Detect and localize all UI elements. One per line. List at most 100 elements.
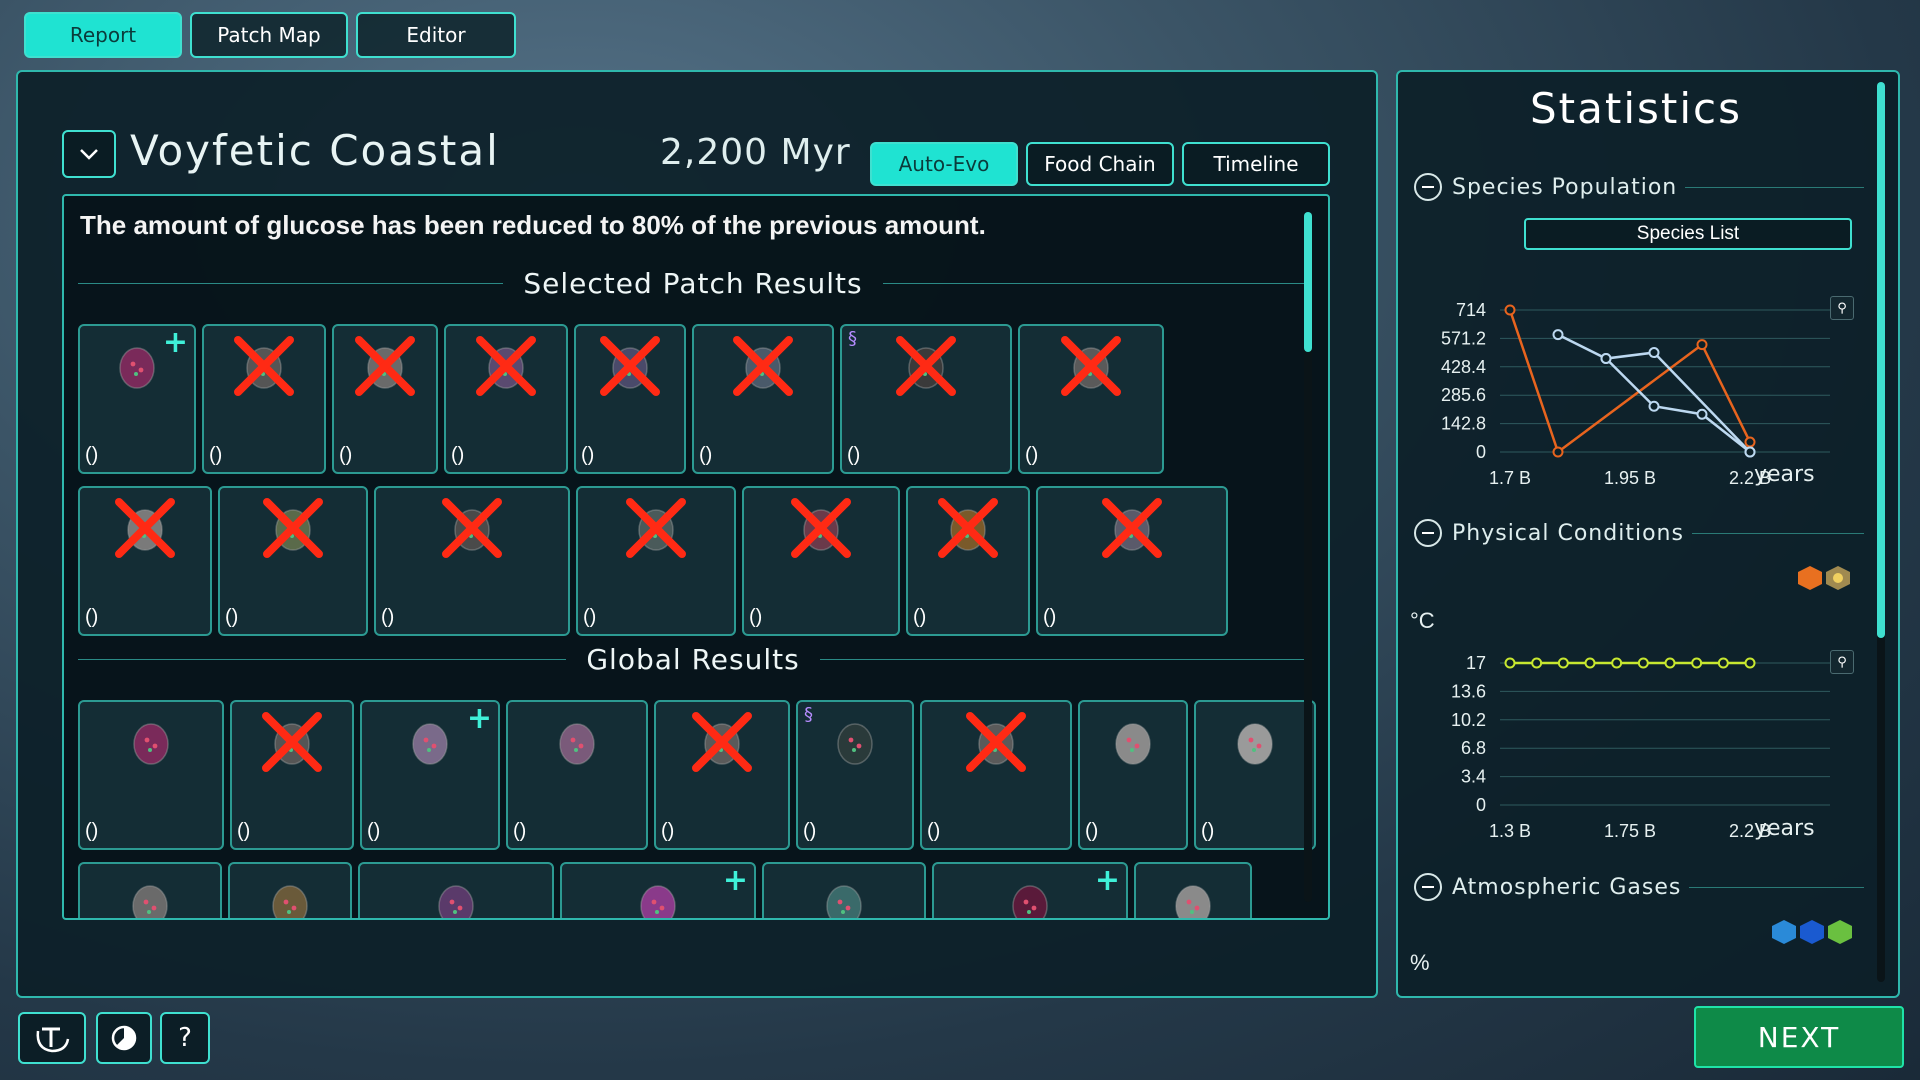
species-card[interactable]: () [218, 486, 368, 636]
species-population: () [661, 820, 675, 842]
species-card[interactable]: () [332, 324, 438, 474]
species-card[interactable]: + [932, 862, 1128, 918]
data-point[interactable] [1637, 657, 1649, 669]
data-point[interactable] [1504, 657, 1516, 669]
species-cell-icon [119, 347, 155, 389]
species-card[interactable] [762, 862, 926, 918]
zoom-icon[interactable]: ⚲ [1830, 650, 1854, 674]
species-card[interactable]: () [920, 700, 1072, 850]
species-population: () [367, 820, 381, 842]
species-card[interactable]: () [692, 324, 834, 474]
tab-auto-evo[interactable]: Auto-Evo [870, 142, 1018, 186]
data-point[interactable] [1531, 657, 1543, 669]
species-cell-icon [626, 498, 686, 558]
data-point[interactable] [1664, 657, 1676, 669]
data-point[interactable] [1557, 657, 1569, 669]
species-population-heading[interactable]: Species Population [1414, 172, 1864, 202]
temperature-sunlight-icons[interactable] [1796, 564, 1854, 592]
data-point[interactable] [1552, 329, 1564, 341]
species-card[interactable]: () [78, 486, 212, 636]
tab-editor[interactable]: Editor [356, 12, 516, 58]
auto-evo-report[interactable]: The amount of glucose has been reduced t… [62, 194, 1330, 920]
data-point[interactable] [1611, 657, 1623, 669]
species-card[interactable] [358, 862, 554, 918]
data-point[interactable] [1648, 347, 1660, 359]
data-point[interactable] [1504, 304, 1516, 316]
data-point[interactable] [1717, 657, 1729, 669]
species-cell-icon [966, 712, 1026, 772]
species-card[interactable]: () § [796, 700, 914, 850]
data-point[interactable] [1744, 657, 1756, 669]
patch-name: Voyfetic Coastal [130, 126, 500, 175]
species-cell-icon [442, 498, 502, 558]
species-card[interactable]: () [78, 700, 224, 850]
report-scroll-thumb[interactable] [1304, 212, 1312, 352]
species-card[interactable]: () [230, 700, 354, 850]
species-cell-icon [355, 336, 415, 396]
data-point[interactable] [1648, 400, 1660, 412]
species-card[interactable]: () + [360, 700, 500, 850]
tab-report[interactable]: Report [24, 12, 182, 58]
tab-food-chain[interactable]: Food Chain [1026, 142, 1174, 186]
species-card[interactable]: () [374, 486, 570, 636]
temperature-unit: °C [1410, 608, 1435, 633]
collapse-patch-button[interactable] [62, 130, 116, 178]
species-card[interactable]: () [1036, 486, 1228, 636]
species-card[interactable]: () [1018, 324, 1164, 474]
species-cell-icon [1012, 885, 1048, 918]
species-population: () [85, 820, 99, 842]
species-card[interactable]: () § [840, 324, 1012, 474]
species-card[interactable]: () [444, 324, 568, 474]
data-point[interactable] [1552, 446, 1564, 458]
thrive-menu-button[interactable] [18, 1012, 86, 1064]
tab-patch-map[interactable]: Patch Map [190, 12, 348, 58]
species-card[interactable]: () [742, 486, 900, 636]
species-card[interactable] [78, 862, 222, 918]
species-card[interactable]: () [1194, 700, 1316, 850]
data-point[interactable] [1691, 657, 1703, 669]
species-cell-icon [826, 885, 862, 918]
collapse-icon[interactable] [1414, 519, 1442, 547]
next-button[interactable]: NEXT [1694, 1006, 1904, 1068]
species-card[interactable]: () [202, 324, 326, 474]
species-cell-icon [412, 723, 448, 765]
percent-unit: % [1410, 950, 1430, 975]
tab-timeline[interactable]: Timeline [1182, 142, 1330, 186]
help-button[interactable]: ? [160, 1012, 210, 1064]
atmospheric-gases-heading[interactable]: Atmospheric Gases [1414, 872, 1864, 902]
species-card[interactable]: () [906, 486, 1030, 636]
species-cell-icon [115, 498, 175, 558]
species-list-button[interactable]: Species List [1524, 218, 1852, 250]
species-card[interactable]: + [560, 862, 756, 918]
species-card[interactable]: () [506, 700, 648, 850]
collapse-icon[interactable] [1414, 873, 1442, 901]
data-point[interactable] [1744, 446, 1756, 458]
data-point[interactable] [1696, 339, 1708, 351]
data-point[interactable] [1584, 657, 1596, 669]
x-tick-label: 1.75 B [1604, 821, 1656, 840]
species-card[interactable]: () [576, 486, 736, 636]
collapse-icon[interactable] [1414, 173, 1442, 201]
species-card[interactable] [1134, 862, 1252, 918]
data-point[interactable] [1744, 436, 1756, 448]
species-population: () [381, 606, 395, 628]
species-card[interactable]: () [574, 324, 686, 474]
y-tick-label: 6.8 [1461, 738, 1486, 758]
species-card[interactable]: () + [78, 324, 196, 474]
species-cell-icon [133, 723, 169, 765]
gas-icons[interactable] [1770, 918, 1854, 946]
species-cell-icon [938, 498, 998, 558]
y-tick-label: 0 [1476, 795, 1486, 815]
species-card[interactable]: () [1078, 700, 1188, 850]
species-cell-icon [476, 336, 536, 396]
new-species-icon: + [722, 863, 748, 898]
data-point[interactable] [1600, 353, 1612, 365]
species-card[interactable] [228, 862, 352, 918]
statistics-scroll-thumb[interactable] [1877, 82, 1885, 638]
zoom-icon[interactable]: ⚲ [1830, 296, 1854, 320]
species-cell-icon [896, 336, 956, 396]
statistics-toggle-button[interactable] [96, 1012, 152, 1064]
data-point[interactable] [1696, 408, 1708, 420]
physical-conditions-heading[interactable]: Physical Conditions [1414, 518, 1864, 548]
species-card[interactable]: () [654, 700, 790, 850]
